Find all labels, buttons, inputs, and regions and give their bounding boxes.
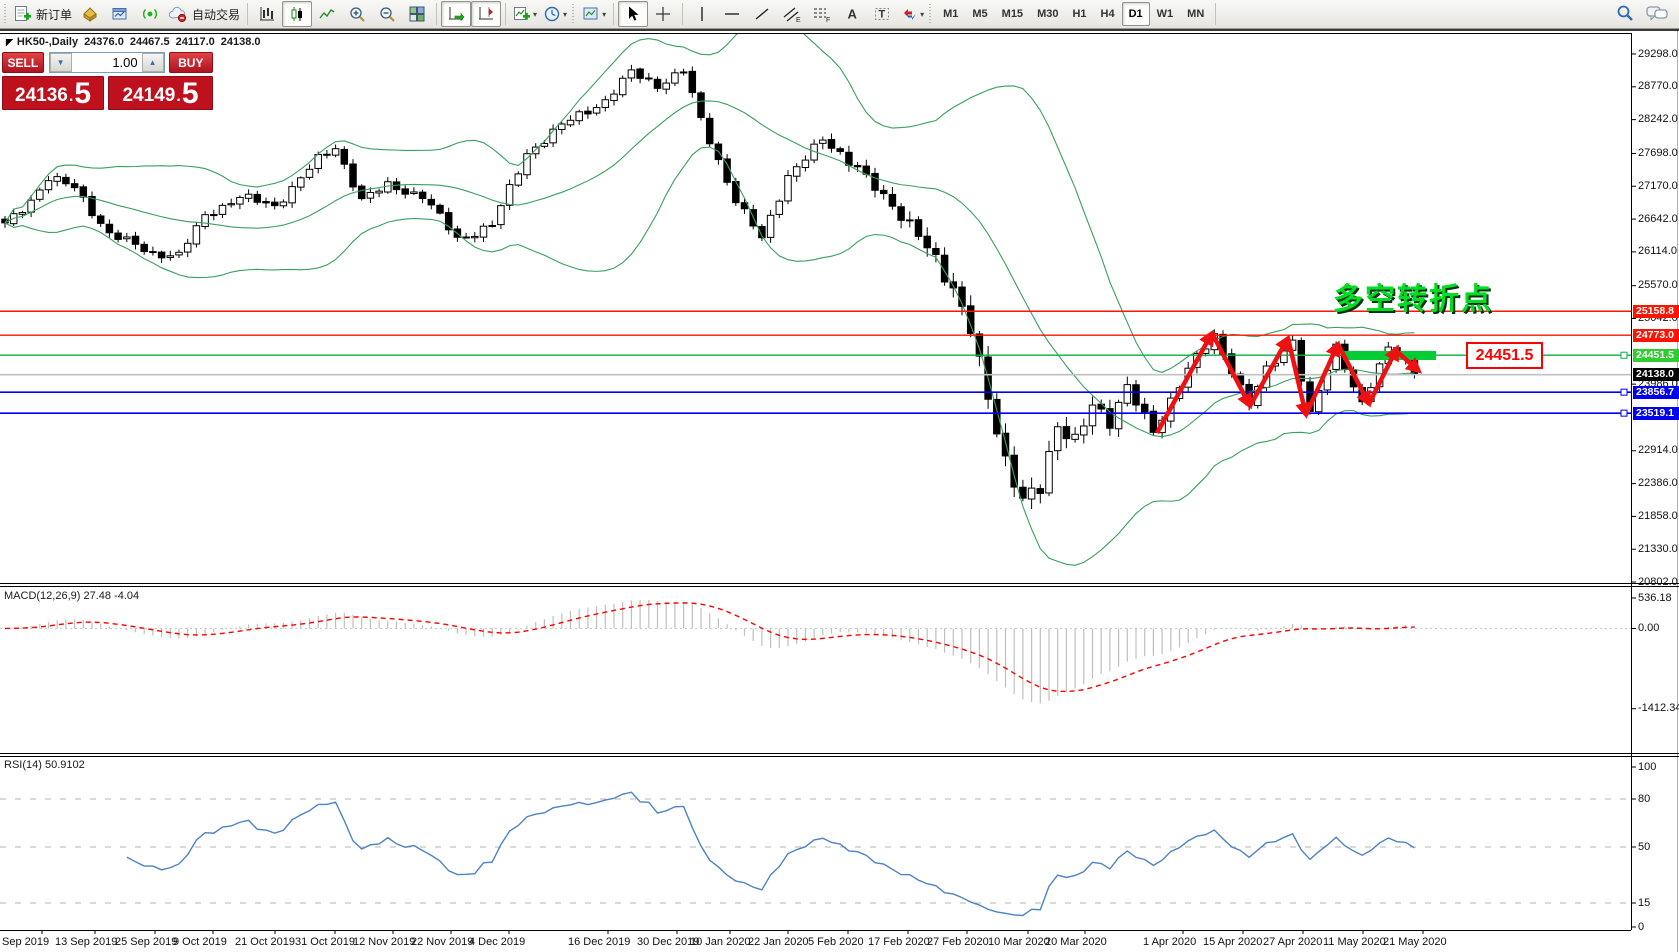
pane-separator[interactable] [0, 583, 1679, 584]
rsi-line [127, 792, 1415, 915]
volume-spinner: ▼ ▲ [49, 52, 165, 73]
date-tick: 21 May 2020 [1383, 936, 1447, 948]
price-high: 24467.5 [130, 36, 170, 48]
hline-handle[interactable] [1621, 389, 1627, 395]
date-axis-border [0, 930, 1631, 931]
price-tick: 28770.0 [1638, 80, 1678, 92]
date-tick: 21 Oct 2019 [235, 936, 295, 948]
bollinger-bands [5, 12, 1414, 565]
hline-handle[interactable] [1621, 410, 1627, 416]
date-tick: 31 Oct 2019 [295, 936, 355, 948]
date-tick: 15 Apr 2020 [1203, 936, 1262, 948]
rsi-tick: 100 [1638, 761, 1656, 773]
price-badge-23856.7: 23856.7 [1633, 386, 1679, 399]
rsi-tick: 0 [1638, 921, 1644, 933]
date-tick: 22 Jan 2020 [748, 936, 809, 948]
price-tick: 20802.0 [1638, 576, 1678, 588]
price-tick: 29298.0 [1638, 48, 1678, 60]
date-tick: 16 Dec 2019 [568, 936, 630, 948]
date-tick: 5 Feb 2020 [808, 936, 864, 948]
price-label-box: 24451.5 [1466, 342, 1543, 369]
volume-down-button[interactable]: ▼ [50, 53, 72, 72]
price-badge-24451.5: 24451.5 [1633, 349, 1679, 362]
chart-canvas[interactable] [0, 0, 1679, 952]
date-tick: 10 Mar 2020 [988, 936, 1050, 948]
price-tick: 21858.0 [1638, 510, 1678, 522]
buy-button[interactable]: BUY [169, 52, 213, 73]
price-tick: 26114.0 [1638, 245, 1677, 257]
pane-separator[interactable] [0, 753, 1679, 754]
buy-price-frac: 5 [182, 79, 199, 108]
hline-handle[interactable] [1621, 352, 1627, 358]
volume-up-button[interactable]: ▲ [142, 53, 164, 72]
price-tick: 22914.0 [1638, 444, 1678, 456]
mt4-window: 新订单 自动交易 [0, 0, 1679, 952]
zigzag-arrows[interactable] [1157, 333, 1397, 433]
price-close: 24138.0 [221, 36, 261, 48]
price-tick: 25570.0 [1638, 279, 1678, 291]
date-tick: 25 Sep 2019 [115, 936, 177, 948]
price-tick: 22386.0 [1638, 477, 1678, 489]
price-badge-25158.8: 25158.8 [1633, 305, 1679, 318]
price-badge-23519.1: 23519.1 [1633, 407, 1679, 420]
macd-tick: 536.18 [1638, 592, 1672, 604]
symbol-period: HK50-,Daily [17, 36, 78, 48]
date-tick: Sep 2019 [2, 936, 49, 948]
rsi-tick: 15 [1638, 897, 1650, 909]
one-click-trading-panel: SELL ▼ ▲ BUY 24136.5 24149.5 [2, 52, 213, 110]
macd-histogram [5, 600, 1414, 704]
price-tick: 28242.0 [1638, 113, 1678, 125]
turning-point-annotation: 多空转折点 [1333, 274, 1493, 318]
date-tick: 17 Feb 2020 [868, 936, 930, 948]
macd-tick: 0.00 [1638, 622, 1659, 634]
rsi-tick: 80 [1638, 793, 1650, 805]
macd-tick: -1412.34 [1638, 702, 1679, 714]
price-badge-24138.0: 24138.0 [1633, 368, 1679, 381]
buy-price-button[interactable]: 24149.5 [108, 76, 213, 110]
macd-label: MACD(12,26,9) 27.48 -4.04 [4, 590, 139, 602]
price-badge-24773.0: 24773.0 [1633, 329, 1679, 342]
date-tick: 22 Nov 2019 [411, 936, 473, 948]
candles-layer [2, 65, 1418, 509]
date-tick: 20 Mar 2020 [1045, 936, 1107, 948]
sell-price-frac: 5 [74, 79, 91, 108]
date-tick: 1 Apr 2020 [1143, 936, 1196, 948]
price-tick: 27170.0 [1638, 180, 1678, 192]
volume-input[interactable] [72, 53, 142, 72]
rsi-label: RSI(14) 50.9102 [4, 759, 85, 771]
sell-button[interactable]: SELL [2, 52, 44, 73]
date-tick: 10 Jan 2020 [690, 936, 751, 948]
chart-title: ◤ HK50-,Daily 24376.0 24467.5 24117.0 24138.0 [6, 36, 267, 48]
chart-top-border [0, 33, 1631, 34]
date-tick: 9 Oct 2019 [173, 936, 227, 948]
buy-price-int: 24149 [123, 84, 176, 108]
date-tick: 27 Feb 2020 [927, 936, 989, 948]
sell-price-dot: . [69, 86, 73, 108]
price-open: 24376.0 [84, 36, 124, 48]
pane-separator[interactable] [0, 586, 1679, 587]
date-tick: 12 Nov 2019 [353, 936, 415, 948]
sell-price-button[interactable]: 24136.5 [2, 76, 104, 110]
price-tick: 21330.0 [1638, 543, 1678, 555]
chart-arrow-icon: ◤ [6, 37, 13, 47]
date-tick: 11 May 2020 [1323, 936, 1386, 948]
price-tick: 27698.0 [1638, 147, 1678, 159]
date-tick: 27 Apr 2020 [1263, 936, 1322, 948]
date-tick: 13 Sep 2019 [55, 936, 117, 948]
price-low: 24117.0 [176, 36, 215, 48]
price-axis-line [1631, 33, 1632, 930]
price-tick: 26642.0 [1638, 213, 1678, 225]
buy-price-dot: . [176, 86, 180, 108]
rsi-tick: 50 [1638, 841, 1650, 853]
date-tick: 4 Dec 2019 [469, 936, 525, 948]
sell-price-int: 24136 [15, 84, 68, 108]
pane-separator[interactable] [0, 756, 1679, 757]
window-right-edge [1677, 31, 1678, 952]
